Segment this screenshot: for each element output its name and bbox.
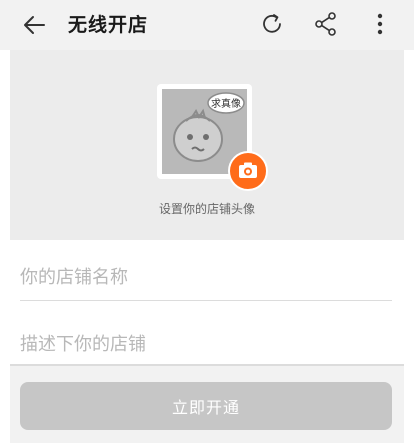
share-icon[interactable] (312, 10, 340, 38)
page-title: 无线开店 (68, 14, 149, 36)
avatar-section: 求真像 设置你的店铺头像 (10, 50, 404, 240)
more-vertical-icon[interactable] (366, 10, 394, 38)
bubble-text: 求真像 (211, 97, 241, 110)
camera-icon (239, 162, 257, 178)
upload-avatar-button[interactable] (228, 151, 268, 191)
avatar-caption: 设置你的店铺头像 (158, 202, 255, 216)
app-bar: 无线开店 (0, 0, 414, 50)
store-name-input[interactable] (20, 254, 392, 301)
store-description-input[interactable] (20, 321, 392, 367)
refresh-icon[interactable] (258, 10, 286, 38)
open-store-button[interactable]: 立即开通 (20, 382, 392, 430)
back-arrow-icon[interactable] (20, 12, 48, 38)
